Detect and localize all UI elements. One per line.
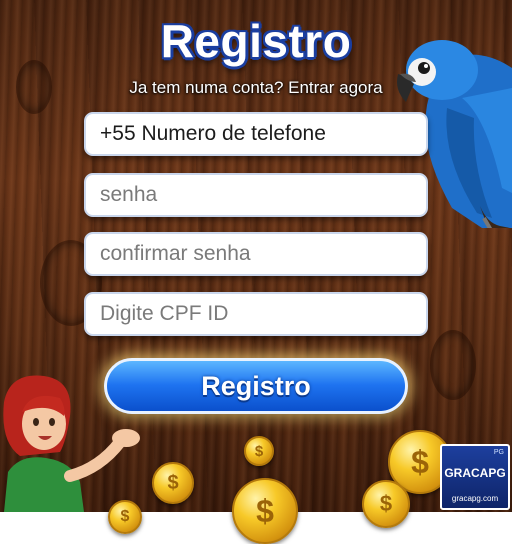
brand-name: GRACAPG: [444, 466, 506, 480]
coin-icon: $: [108, 500, 142, 534]
badge-tag: PG: [493, 449, 504, 456]
girl-illustration: [3, 375, 140, 512]
coin-icon: $: [152, 462, 194, 504]
coin-icon: $: [232, 478, 298, 544]
coin-icon: $: [362, 480, 410, 528]
coin-icon: $: [244, 436, 274, 466]
wood-knot: [430, 330, 476, 400]
brand-url: gracapg.com: [451, 494, 499, 503]
password-input[interactable]: [84, 173, 428, 217]
confirm-password-input[interactable]: [84, 232, 428, 276]
phone-input[interactable]: [84, 112, 428, 156]
brand-badge: PG GRACAPG gracapg.com: [440, 444, 510, 510]
cpf-input[interactable]: [84, 292, 428, 336]
